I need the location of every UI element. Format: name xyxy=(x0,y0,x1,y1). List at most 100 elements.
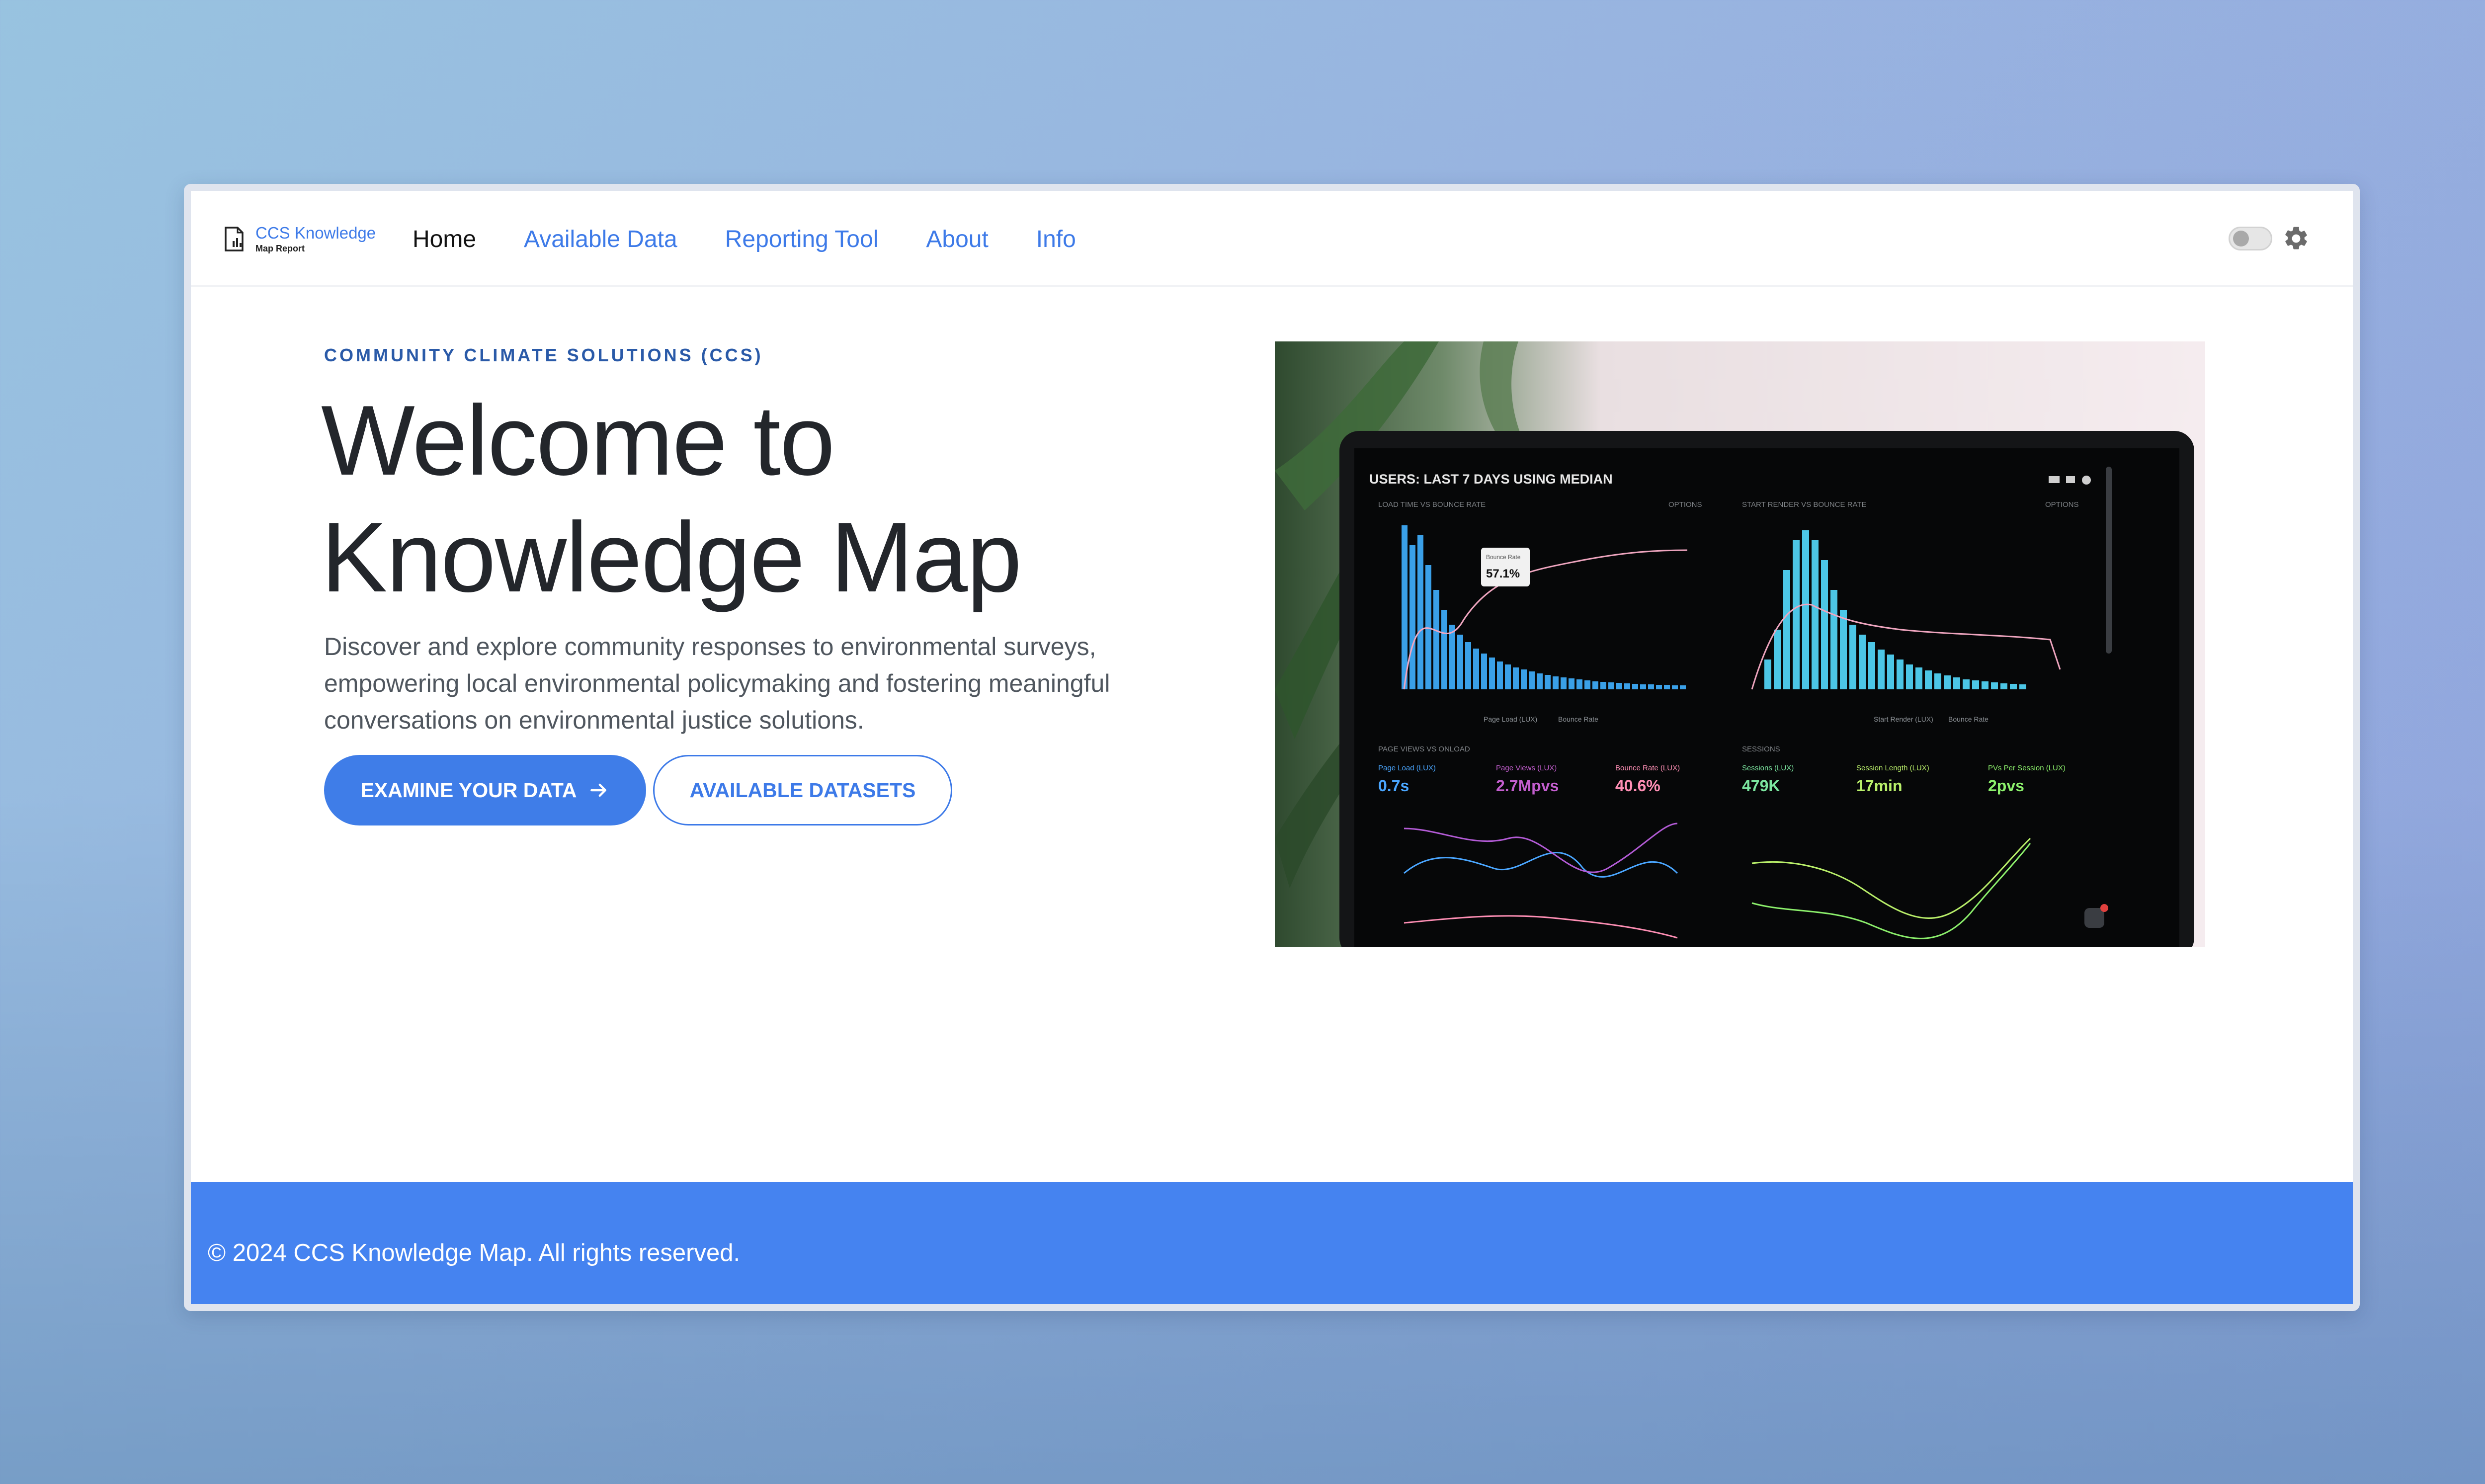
photo-bar xyxy=(1561,677,1567,689)
hero-description: Discover and explore community responses… xyxy=(324,633,1110,734)
photo-bar xyxy=(1672,685,1678,689)
document-chart-icon xyxy=(225,226,244,251)
footer: © 2024 CCS Knowledge Map. All rights res… xyxy=(191,1182,2353,1304)
hero-image: USERS: LAST 7 DAYS USING MEDIAN LOAD TIM… xyxy=(1275,341,2205,947)
photo-bar xyxy=(2000,683,2007,689)
metric-value: 0.7s xyxy=(1378,777,1409,795)
panel-3-title: PAGE VIEWS VS ONLOAD xyxy=(1378,745,1470,753)
photo-bar xyxy=(1793,540,1800,689)
metric-label: Session Length (LUX) xyxy=(1856,764,1929,772)
photo-bar xyxy=(1616,683,1622,689)
photo-bar xyxy=(1465,642,1471,689)
browser-window: CCS Knowledge Map Report Home Available … xyxy=(184,184,2360,1311)
metric-label: Sessions (LUX) xyxy=(1742,764,1794,772)
legend-2: Bounce Rate xyxy=(1558,715,1598,723)
photo-bar xyxy=(1545,675,1551,689)
photo-bar xyxy=(1409,545,1415,689)
legend-1: Page Load (LUX) xyxy=(1484,715,1537,723)
metric-label: Bounce Rate (LUX) xyxy=(1615,764,1680,772)
available-datasets-button[interactable]: AVAILABLE DATASETS xyxy=(653,755,952,825)
photo-bar xyxy=(1887,655,1894,689)
metric-value: 2.7Mpvs xyxy=(1496,777,1559,795)
panel-2-title: START RENDER VS BOUNCE RATE xyxy=(1742,500,1867,509)
legend-3: Start Render (LUX) xyxy=(1874,715,1933,723)
panel-1-title: LOAD TIME VS BOUNCE RATE xyxy=(1378,500,1486,509)
gear-icon[interactable] xyxy=(2282,225,2310,252)
examine-data-button[interactable]: EXAMINE YOUR DATA xyxy=(324,755,646,825)
arrow-right-icon xyxy=(590,783,606,797)
photo-bar xyxy=(1840,610,1847,689)
nav-about[interactable]: About xyxy=(926,225,988,254)
photo-bar xyxy=(1830,590,1837,689)
photo-bar xyxy=(1529,671,1535,689)
photo-bar xyxy=(1812,540,1819,689)
photo-bar xyxy=(1953,677,1960,689)
photo-bar xyxy=(1640,684,1646,689)
metric-label: Page Load (LUX) xyxy=(1378,764,1436,772)
tooltip-label: Bounce Rate xyxy=(1486,554,1521,561)
photo-bar xyxy=(1449,625,1455,689)
available-datasets-label: AVAILABLE DATASETS xyxy=(689,778,916,802)
screen-header: USERS: LAST 7 DAYS USING MEDIAN xyxy=(1369,472,1613,487)
photo-bar xyxy=(1821,560,1828,689)
nav-available-data[interactable]: Available Data xyxy=(524,225,677,254)
photo-bar xyxy=(2019,684,2026,689)
metric-label: PVs Per Session (LUX) xyxy=(1988,764,2066,772)
photo-bar xyxy=(1664,685,1670,689)
photo-bar xyxy=(1505,664,1511,689)
photo-bar xyxy=(1868,642,1875,689)
nav-home[interactable]: Home xyxy=(413,225,476,254)
nav-info[interactable]: Info xyxy=(1036,225,1076,254)
photo-bar xyxy=(1906,664,1913,689)
footer-copyright: © 2024 CCS Knowledge Map. All rights res… xyxy=(208,1239,741,1266)
photo-bar xyxy=(1878,650,1885,689)
laptop-dashboard-photo: USERS: LAST 7 DAYS USING MEDIAN LOAD TIM… xyxy=(1275,341,2205,947)
photo-bar xyxy=(1402,525,1408,689)
brand-title: CCS Knowledge xyxy=(255,224,376,242)
photo-bar xyxy=(1680,685,1686,689)
photo-bar xyxy=(1584,680,1590,689)
photo-bar xyxy=(1521,669,1527,689)
options-label: OPTIONS xyxy=(1668,500,1702,509)
photo-bar xyxy=(1972,680,1979,689)
photo-bar xyxy=(1433,590,1439,689)
photo-bar xyxy=(1915,667,1922,689)
photo-bar xyxy=(1608,682,1614,689)
photo-bar xyxy=(1513,667,1519,689)
options-label: OPTIONS xyxy=(2045,500,2079,509)
metric-value: 17min xyxy=(1856,777,1902,795)
photo-bar xyxy=(1489,658,1495,689)
brand-text: CCS Knowledge Map Report xyxy=(255,225,376,253)
examine-data-label: EXAMINE YOUR DATA xyxy=(360,778,577,802)
photo-bar xyxy=(1569,678,1574,689)
main-nav: Home Available Data Reporting Tool About… xyxy=(413,225,1076,254)
photo-bar xyxy=(1991,682,1998,689)
toggle-knob xyxy=(2233,231,2249,247)
photo-bar xyxy=(1417,535,1423,689)
metric-value: 2pvs xyxy=(1988,777,2024,795)
theme-toggle[interactable] xyxy=(2229,227,2272,250)
photo-bar xyxy=(1632,684,1638,689)
photo-bar xyxy=(1457,635,1463,689)
photo-bar xyxy=(1963,679,1970,689)
panel-4-title: SESSIONS xyxy=(1742,745,1780,753)
photo-bar xyxy=(1774,630,1781,689)
photo-bar xyxy=(1576,679,1582,689)
photo-bar xyxy=(1934,673,1941,689)
photo-bar xyxy=(1764,660,1771,689)
photo-bar xyxy=(1925,670,1932,689)
nav-reporting-tool[interactable]: Reporting Tool xyxy=(725,225,879,254)
photo-bar xyxy=(1982,681,1988,689)
photo-bar xyxy=(1425,565,1431,689)
photo-bar xyxy=(1497,661,1503,689)
tooltip-value: 57.1% xyxy=(1486,567,1520,580)
photo-bar xyxy=(1473,649,1479,689)
metric-value: 479K xyxy=(1742,777,1780,795)
photo-bar xyxy=(1897,660,1904,689)
navbar: CCS Knowledge Map Report Home Available … xyxy=(191,191,2353,287)
photo-bar xyxy=(1859,635,1866,689)
photo-bar xyxy=(1944,675,1951,689)
photo-bar xyxy=(1600,682,1606,689)
photo-bar xyxy=(1481,654,1487,689)
brand-logo[interactable]: CCS Knowledge Map Report xyxy=(224,225,376,253)
